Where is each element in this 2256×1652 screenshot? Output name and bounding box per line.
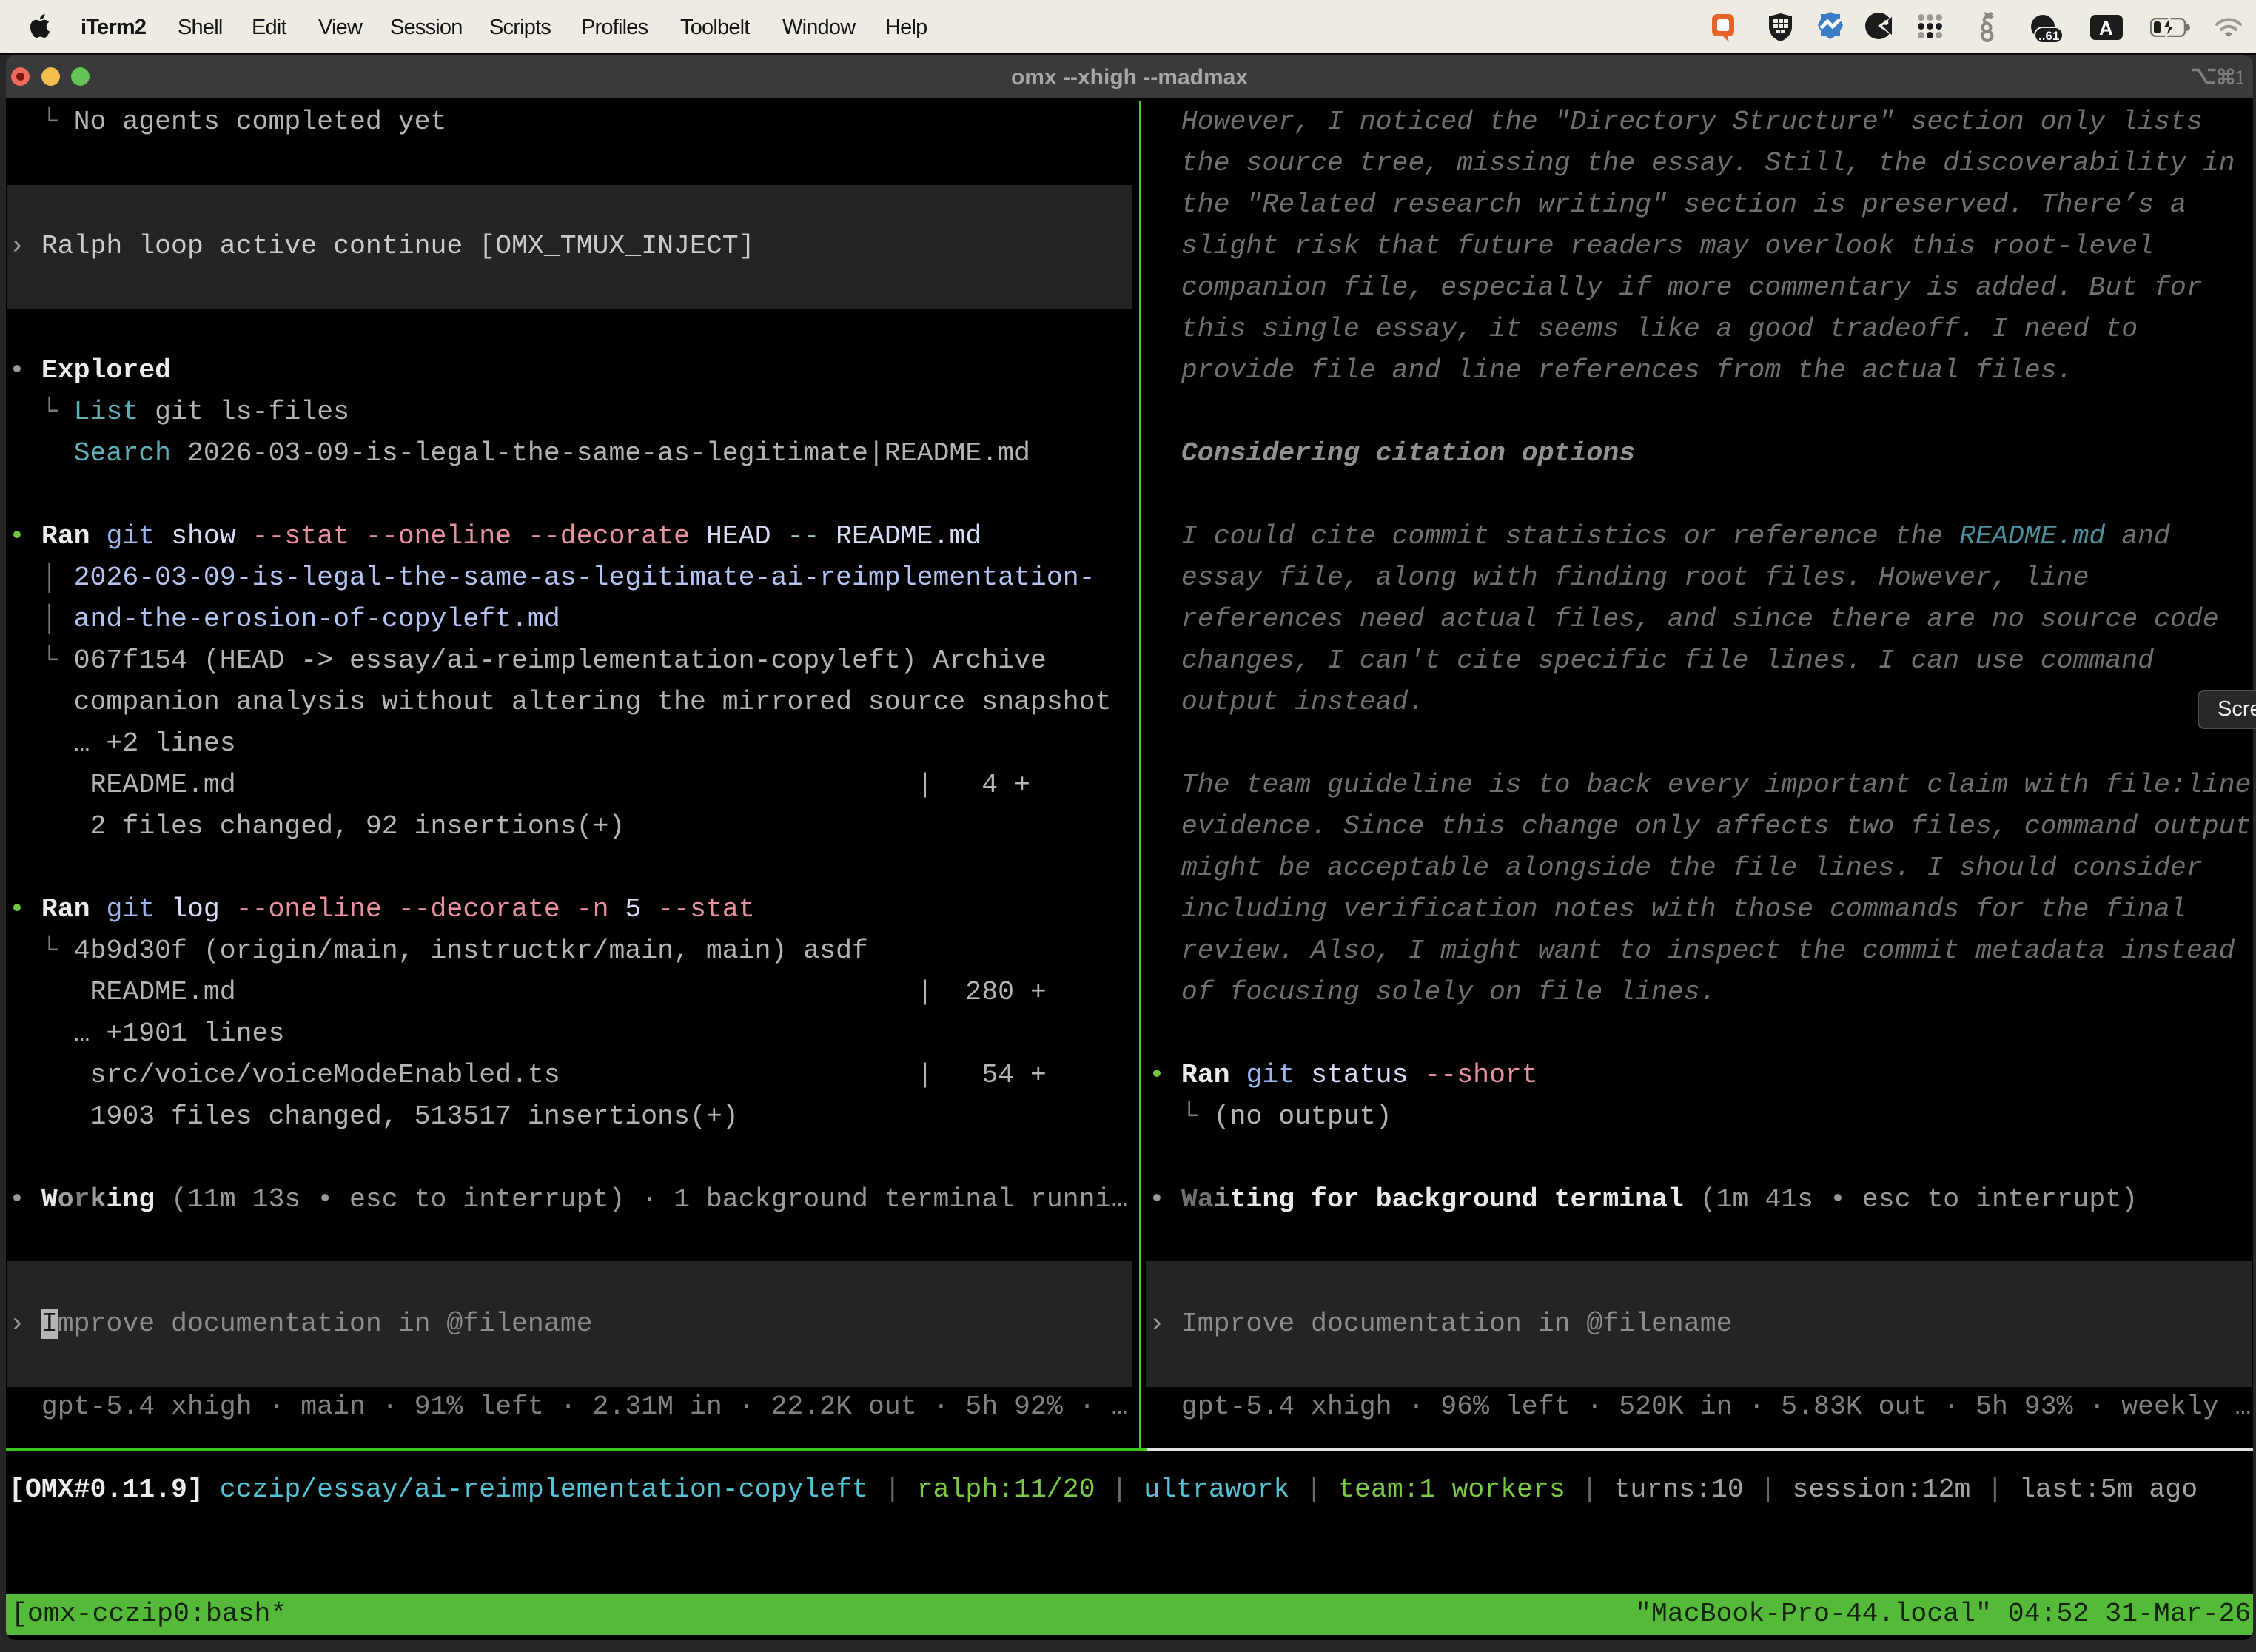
svg-text:1: 1: [2235, 68, 2243, 85]
svg-text:A: A: [2099, 17, 2113, 39]
svg-text:..61: ..61: [2038, 29, 2059, 43]
